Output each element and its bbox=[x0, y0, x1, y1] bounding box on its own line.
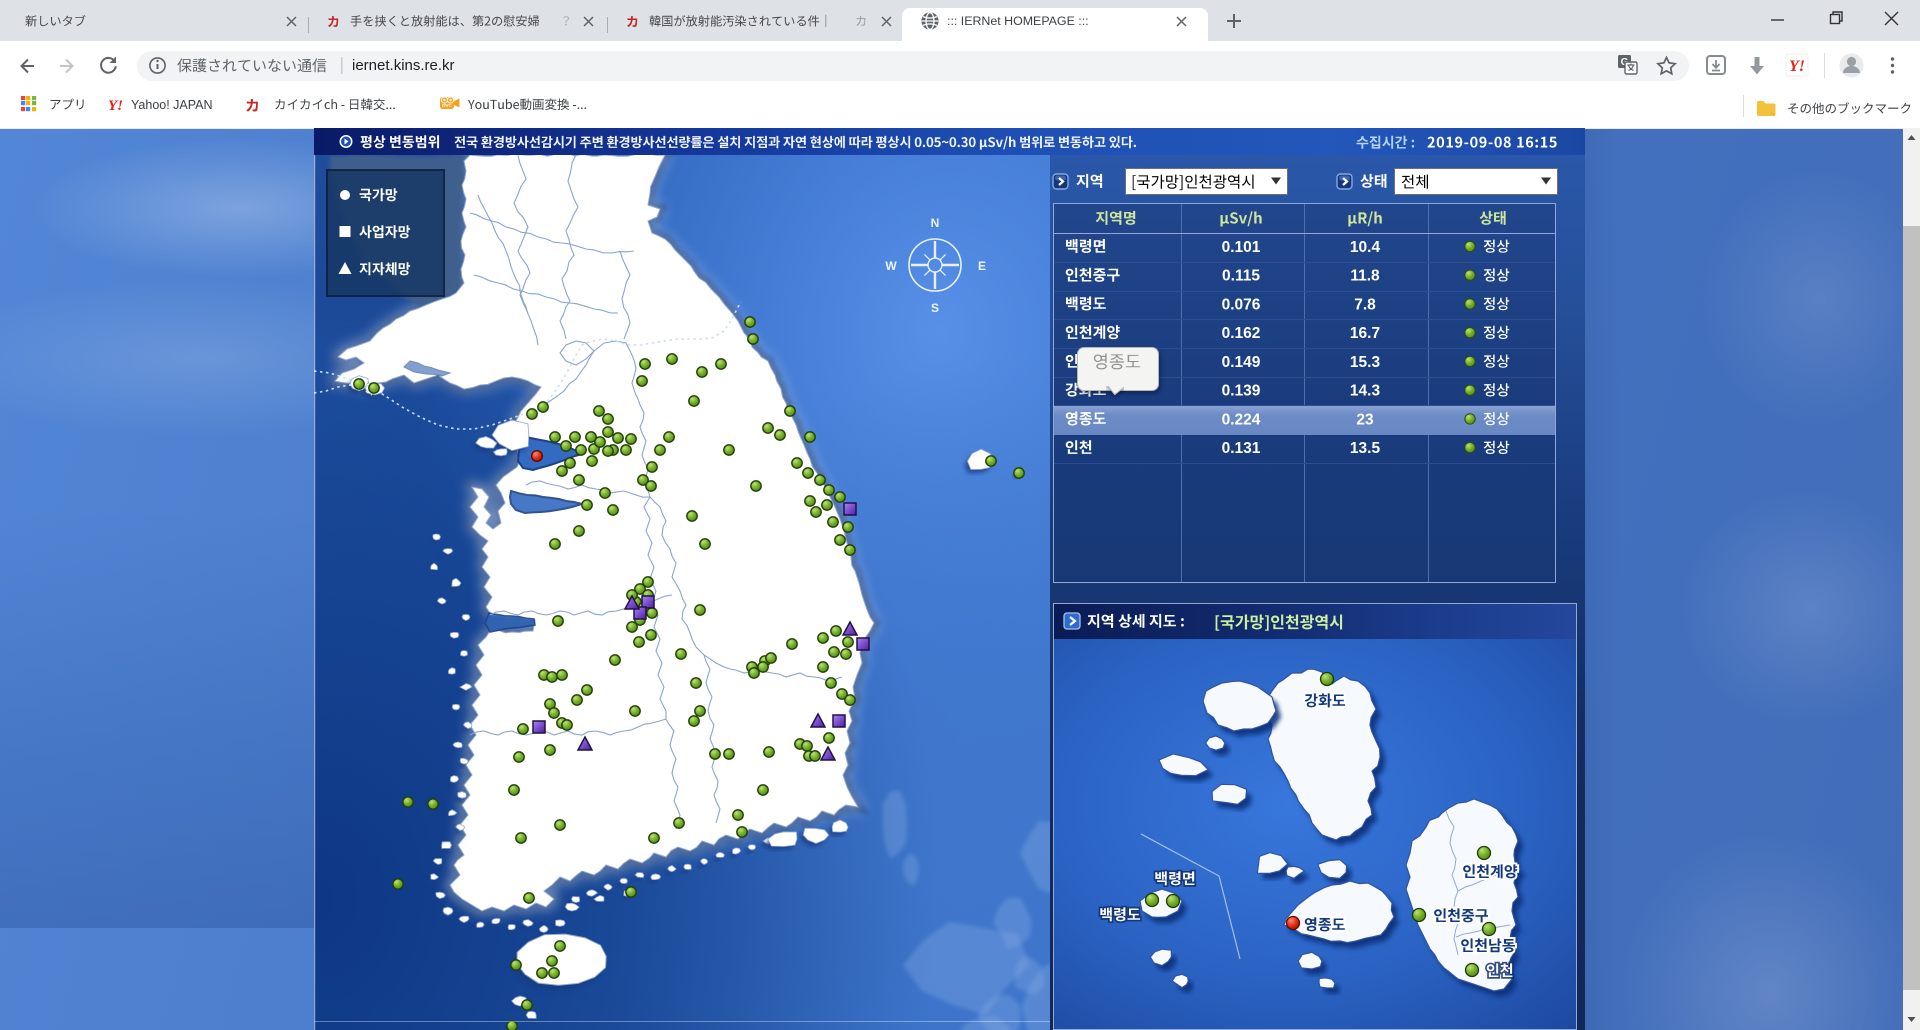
svg-text:23: 23 bbox=[1356, 411, 1374, 428]
svg-text:0.115: 0.115 bbox=[1222, 268, 1260, 285]
svg-text:0.224: 0.224 bbox=[1222, 411, 1261, 428]
svg-text:7.8: 7.8 bbox=[1354, 296, 1376, 313]
svg-text:13.5: 13.5 bbox=[1350, 440, 1381, 457]
svg-text:W: W bbox=[885, 259, 897, 273]
svg-text:0.101: 0.101 bbox=[1222, 239, 1261, 256]
svg-text:10.4: 10.4 bbox=[1350, 239, 1381, 256]
svg-text:11.8: 11.8 bbox=[1350, 268, 1380, 285]
svg-text:E: E bbox=[978, 259, 986, 273]
svg-text:N: N bbox=[931, 216, 940, 230]
svg-text:0.131: 0.131 bbox=[1222, 440, 1261, 457]
svg-text:S: S bbox=[931, 301, 939, 315]
svg-text:0.076: 0.076 bbox=[1222, 296, 1261, 313]
